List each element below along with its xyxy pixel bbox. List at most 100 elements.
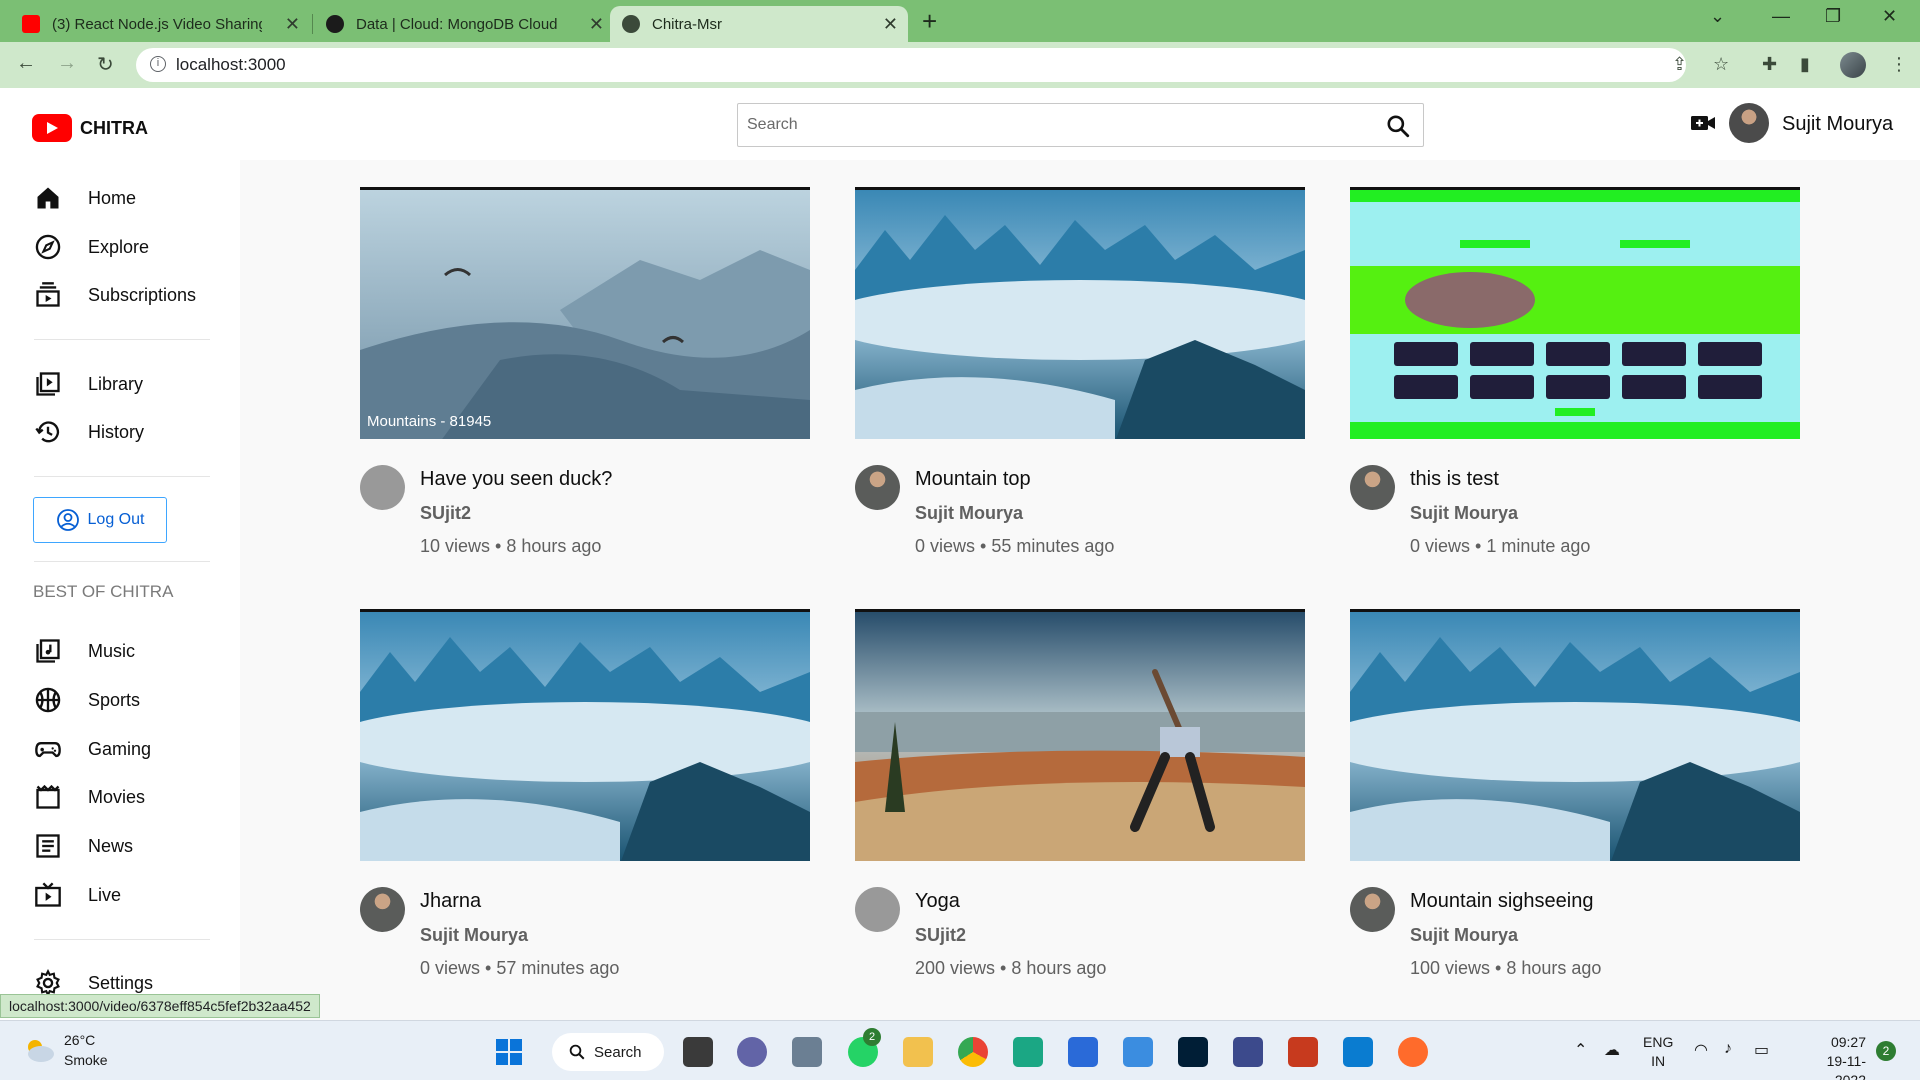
input-language[interactable]: ENG IN — [1643, 1033, 1673, 1071]
mountain-clouds-thumbnail-image — [360, 612, 810, 861]
sidebar-item-music[interactable]: Music — [34, 634, 135, 668]
sidebar-item-live[interactable]: Live — [34, 878, 121, 912]
video-title[interactable]: Jharna — [420, 890, 481, 913]
channel-name[interactable]: SUjit2 — [420, 503, 471, 524]
new-tab-icon[interactable]: + — [922, 6, 937, 37]
close-tab-icon[interactable]: ✕ — [589, 14, 604, 35]
weather-description: Smoke — [64, 1052, 108, 1068]
chrome-icon[interactable] — [958, 1037, 988, 1067]
teams-chat-icon[interactable] — [737, 1037, 767, 1067]
search-input[interactable] — [738, 104, 1358, 146]
channel-name[interactable]: SUjit2 — [915, 925, 966, 946]
video-thumbnail[interactable]: Mountains - 81945 — [360, 187, 810, 439]
side-panel-icon[interactable]: ▮ — [1800, 54, 1810, 75]
back-icon[interactable]: ← — [16, 52, 36, 75]
sidebar-divider — [34, 476, 210, 477]
video-thumbnail[interactable] — [855, 187, 1305, 439]
video-thumbnail[interactable] — [360, 609, 810, 861]
restore-icon[interactable]: ❐ — [1825, 6, 1841, 27]
photoshop-icon[interactable] — [1178, 1037, 1208, 1067]
onedrive-cloud-icon[interactable]: ☁ — [1604, 1040, 1620, 1060]
tab-search-chevron-icon[interactable]: ⌄ — [1710, 6, 1725, 27]
paint-icon[interactable] — [1288, 1037, 1318, 1067]
system-clock[interactable]: 09:27 19-11-2022 — [1796, 1033, 1866, 1080]
reload-icon[interactable]: ↻ — [97, 52, 114, 77]
user-name[interactable]: Sujit Mourya — [1782, 113, 1893, 136]
calculator-icon[interactable] — [792, 1037, 822, 1067]
user-avatar[interactable] — [1729, 103, 1769, 143]
region-code: IN — [1651, 1053, 1666, 1069]
video-title[interactable]: this is test — [1410, 468, 1499, 491]
search-icon[interactable] — [1385, 113, 1411, 139]
channel-avatar[interactable] — [855, 465, 900, 510]
forward-icon[interactable]: → — [57, 52, 77, 75]
share-icon[interactable]: ⇪ — [1672, 54, 1687, 75]
sidebar-item-library[interactable]: Library — [34, 367, 143, 401]
channel-avatar[interactable] — [360, 465, 405, 510]
bookmark-star-icon[interactable]: ☆ — [1713, 54, 1729, 75]
sidebar-item-sports[interactable]: Sports — [34, 683, 140, 717]
tab-youtube[interactable]: (3) React Node.js Video Sharing A ✕ — [10, 6, 310, 42]
video-title[interactable]: Mountain top — [915, 468, 1031, 491]
channel-name[interactable]: Sujit Mourya — [915, 503, 1023, 524]
close-tab-icon[interactable]: ✕ — [883, 14, 898, 35]
home-icon — [37, 187, 59, 209]
app-header: CHITRA Sujit Mourya — [0, 88, 1920, 160]
channel-name[interactable]: Sujit Mourya — [1410, 925, 1518, 946]
video-title[interactable]: Have you seen duck? — [420, 468, 612, 491]
tab-label: Chitra-Msr — [652, 15, 722, 33]
address-bar[interactable]: i localhost:3000 — [136, 48, 1686, 82]
video-title[interactable]: Yoga — [915, 890, 960, 913]
sidebar-item-news[interactable]: News — [34, 829, 133, 863]
tab-mongodb[interactable]: Data | Cloud: MongoDB Cloud ✕ — [314, 6, 614, 42]
channel-name[interactable]: Sujit Mourya — [420, 925, 528, 946]
channel-avatar[interactable] — [360, 887, 405, 932]
channel-avatar[interactable] — [1350, 465, 1395, 510]
misty-lake-thumbnail-image — [360, 190, 810, 439]
news-icon — [36, 834, 60, 858]
show-hidden-icons-chevron-icon[interactable]: ⌃ — [1574, 1040, 1587, 1060]
upload-video-icon[interactable] — [1690, 112, 1716, 134]
sidebar-item-subscriptions[interactable]: Subscriptions — [34, 278, 196, 312]
site-info-icon[interactable]: i — [150, 56, 166, 72]
sidebar-item-label: Explore — [88, 236, 150, 257]
wifi-icon[interactable]: ◠ — [1694, 1040, 1708, 1060]
logo[interactable]: CHITRA — [32, 114, 148, 142]
close-window-icon[interactable]: ✕ — [1882, 6, 1897, 27]
notepad-icon[interactable] — [1123, 1037, 1153, 1067]
close-tab-icon[interactable]: ✕ — [285, 14, 300, 35]
volume-icon[interactable]: ♪ — [1724, 1040, 1732, 1058]
tab-chitra-active[interactable]: Chitra-Msr ✕ — [610, 6, 908, 42]
video-title[interactable]: Mountain sighseeing — [1410, 890, 1593, 913]
yoga-cliff-thumbnail-image — [855, 612, 1305, 861]
postman-icon[interactable] — [1398, 1037, 1428, 1067]
weather-cloud-icon[interactable] — [22, 1035, 56, 1065]
battery-icon[interactable]: ▭ — [1754, 1040, 1769, 1060]
extensions-icon[interactable]: ✚ — [1762, 54, 1777, 75]
file-explorer-icon[interactable] — [903, 1037, 933, 1067]
video-thumbnail[interactable] — [1350, 187, 1800, 439]
taskbar-search[interactable]: Search — [552, 1033, 664, 1071]
channel-avatar[interactable] — [855, 887, 900, 932]
minimize-icon[interactable]: — — [1772, 6, 1790, 27]
sidebar-item-history[interactable]: History — [34, 415, 144, 449]
logout-button[interactable]: Log Out — [33, 497, 167, 543]
chrome-menu-icon[interactable]: ⋮ — [1890, 54, 1908, 75]
image-viewer-icon[interactable] — [1233, 1037, 1263, 1067]
notification-badge[interactable]: 2 — [1876, 1041, 1896, 1061]
chrome-profile-avatar[interactable] — [1840, 52, 1866, 78]
channel-name[interactable]: Sujit Mourya — [1410, 503, 1518, 524]
windows-start-icon[interactable] — [494, 1037, 524, 1067]
sidebar-item-gaming[interactable]: Gaming — [34, 732, 151, 766]
video-thumbnail[interactable] — [855, 609, 1305, 861]
task-view-icon[interactable] — [683, 1037, 713, 1067]
sidebar-item-home[interactable]: Home — [34, 181, 136, 215]
play-logo-icon — [32, 114, 72, 142]
sidebar-item-movies[interactable]: Movies — [34, 780, 145, 814]
sidebar-item-explore[interactable]: Explore — [34, 230, 149, 264]
microsoft-store-icon[interactable] — [1068, 1037, 1098, 1067]
vscode-icon[interactable] — [1343, 1037, 1373, 1067]
whiteboard-icon[interactable] — [1013, 1037, 1043, 1067]
video-thumbnail[interactable] — [1350, 609, 1800, 861]
channel-avatar[interactable] — [1350, 887, 1395, 932]
